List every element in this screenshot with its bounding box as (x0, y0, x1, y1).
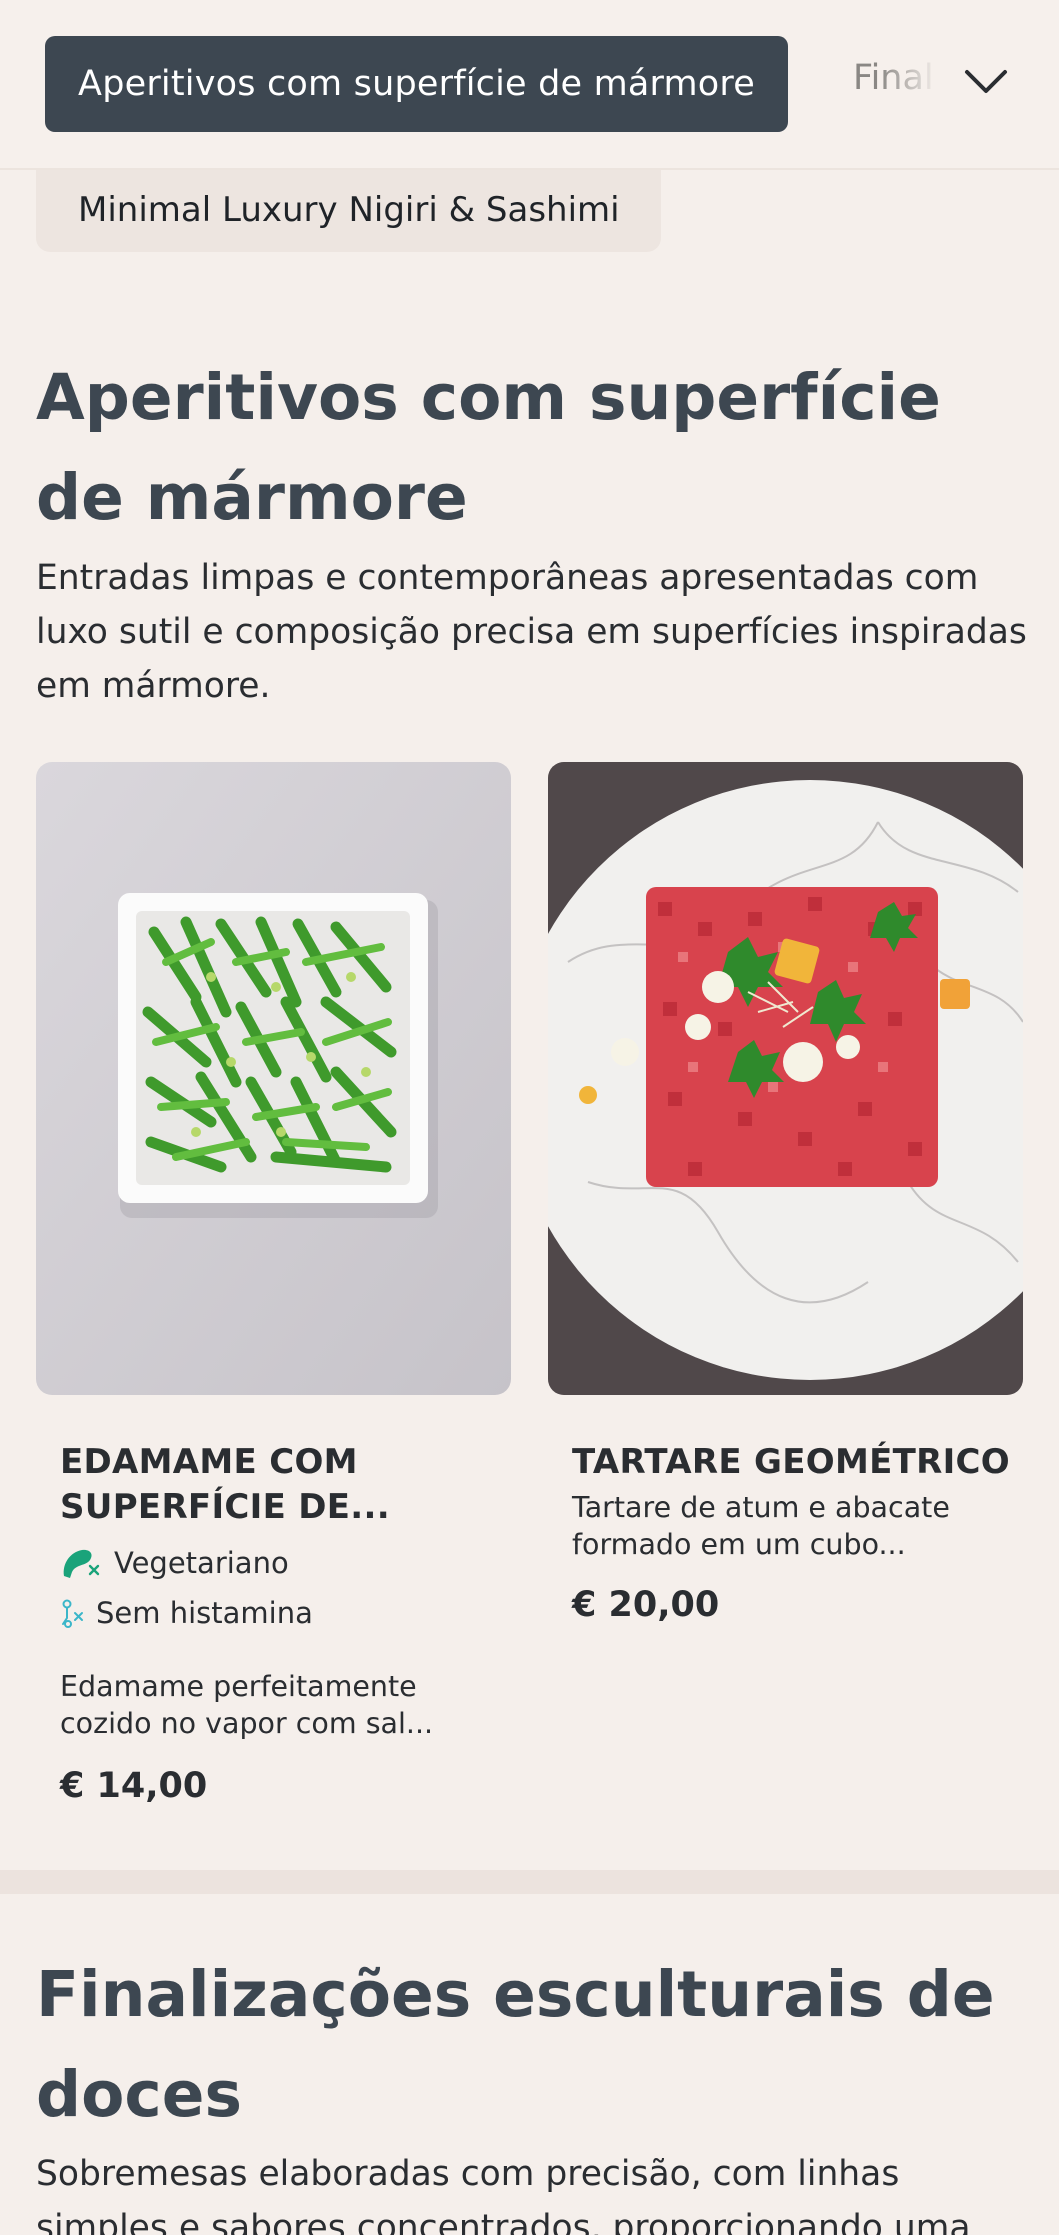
product-image-edamame[interactable] (36, 762, 511, 1395)
product-description: Tartare de atum e abacate formado em um … (572, 1491, 950, 1561)
diet-tag-label: Sem histamina (96, 1596, 313, 1630)
histamine-free-icon (60, 1595, 86, 1631)
section-description: Entradas limpas e contemporâneas apresen… (36, 558, 1027, 706)
diet-tag-histamine-free: Sem histamina (60, 1588, 500, 1638)
product-name: TARTARE GEOMÉTRICO (572, 1442, 1011, 1482)
category-pill-label: Minimal Luxury Nigiri & Sashimi (78, 190, 620, 230)
category-pill-label: Aperitivos com superfície de mármore (78, 64, 755, 104)
diet-tag-vegetarian: Vegetariano (60, 1538, 500, 1588)
section-description: Sobremesas elaboradas com precisão, com … (36, 2154, 971, 2235)
section-divider (0, 1870, 1059, 1894)
vegetarian-icon (60, 1545, 104, 1581)
category-pill-previous[interactable]: Minimal Luxury Nigiri & Sashimi (36, 168, 661, 252)
product-price: € 14,00 (60, 1766, 208, 1806)
product-description: Edamame perfeitamente cozido no vapor co… (60, 1670, 434, 1740)
diet-tag-label: Vegetariano (114, 1546, 289, 1580)
section-title: Finalizações esculturais de doces (36, 1958, 995, 2131)
category-pill-next[interactable]: Finalizações esculturais de doces (853, 58, 938, 110)
product-card-edamame[interactable]: EDAMAME COM SUPERFÍCIE DE... Vegetariano… (60, 1440, 500, 1806)
product-image-tartare[interactable] (548, 762, 1023, 1395)
category-pill-active[interactable]: Aperitivos com superfície de mármore (45, 36, 788, 132)
chevron-down-icon[interactable] (960, 56, 1012, 108)
category-pill-label: Finalizações esculturais de doces (853, 58, 938, 98)
product-card-tartare[interactable]: TARTARE GEOMÉTRICO Tartare de atum e aba… (572, 1440, 1012, 1625)
category-bar: Aperitivos com superfície de mármore Fin… (0, 0, 1059, 170)
product-name: EDAMAME COM SUPERFÍCIE DE... (60, 1442, 390, 1527)
product-price: € 20,00 (572, 1585, 720, 1625)
section-title: Aperitivos com superfície de mármore (36, 361, 941, 534)
